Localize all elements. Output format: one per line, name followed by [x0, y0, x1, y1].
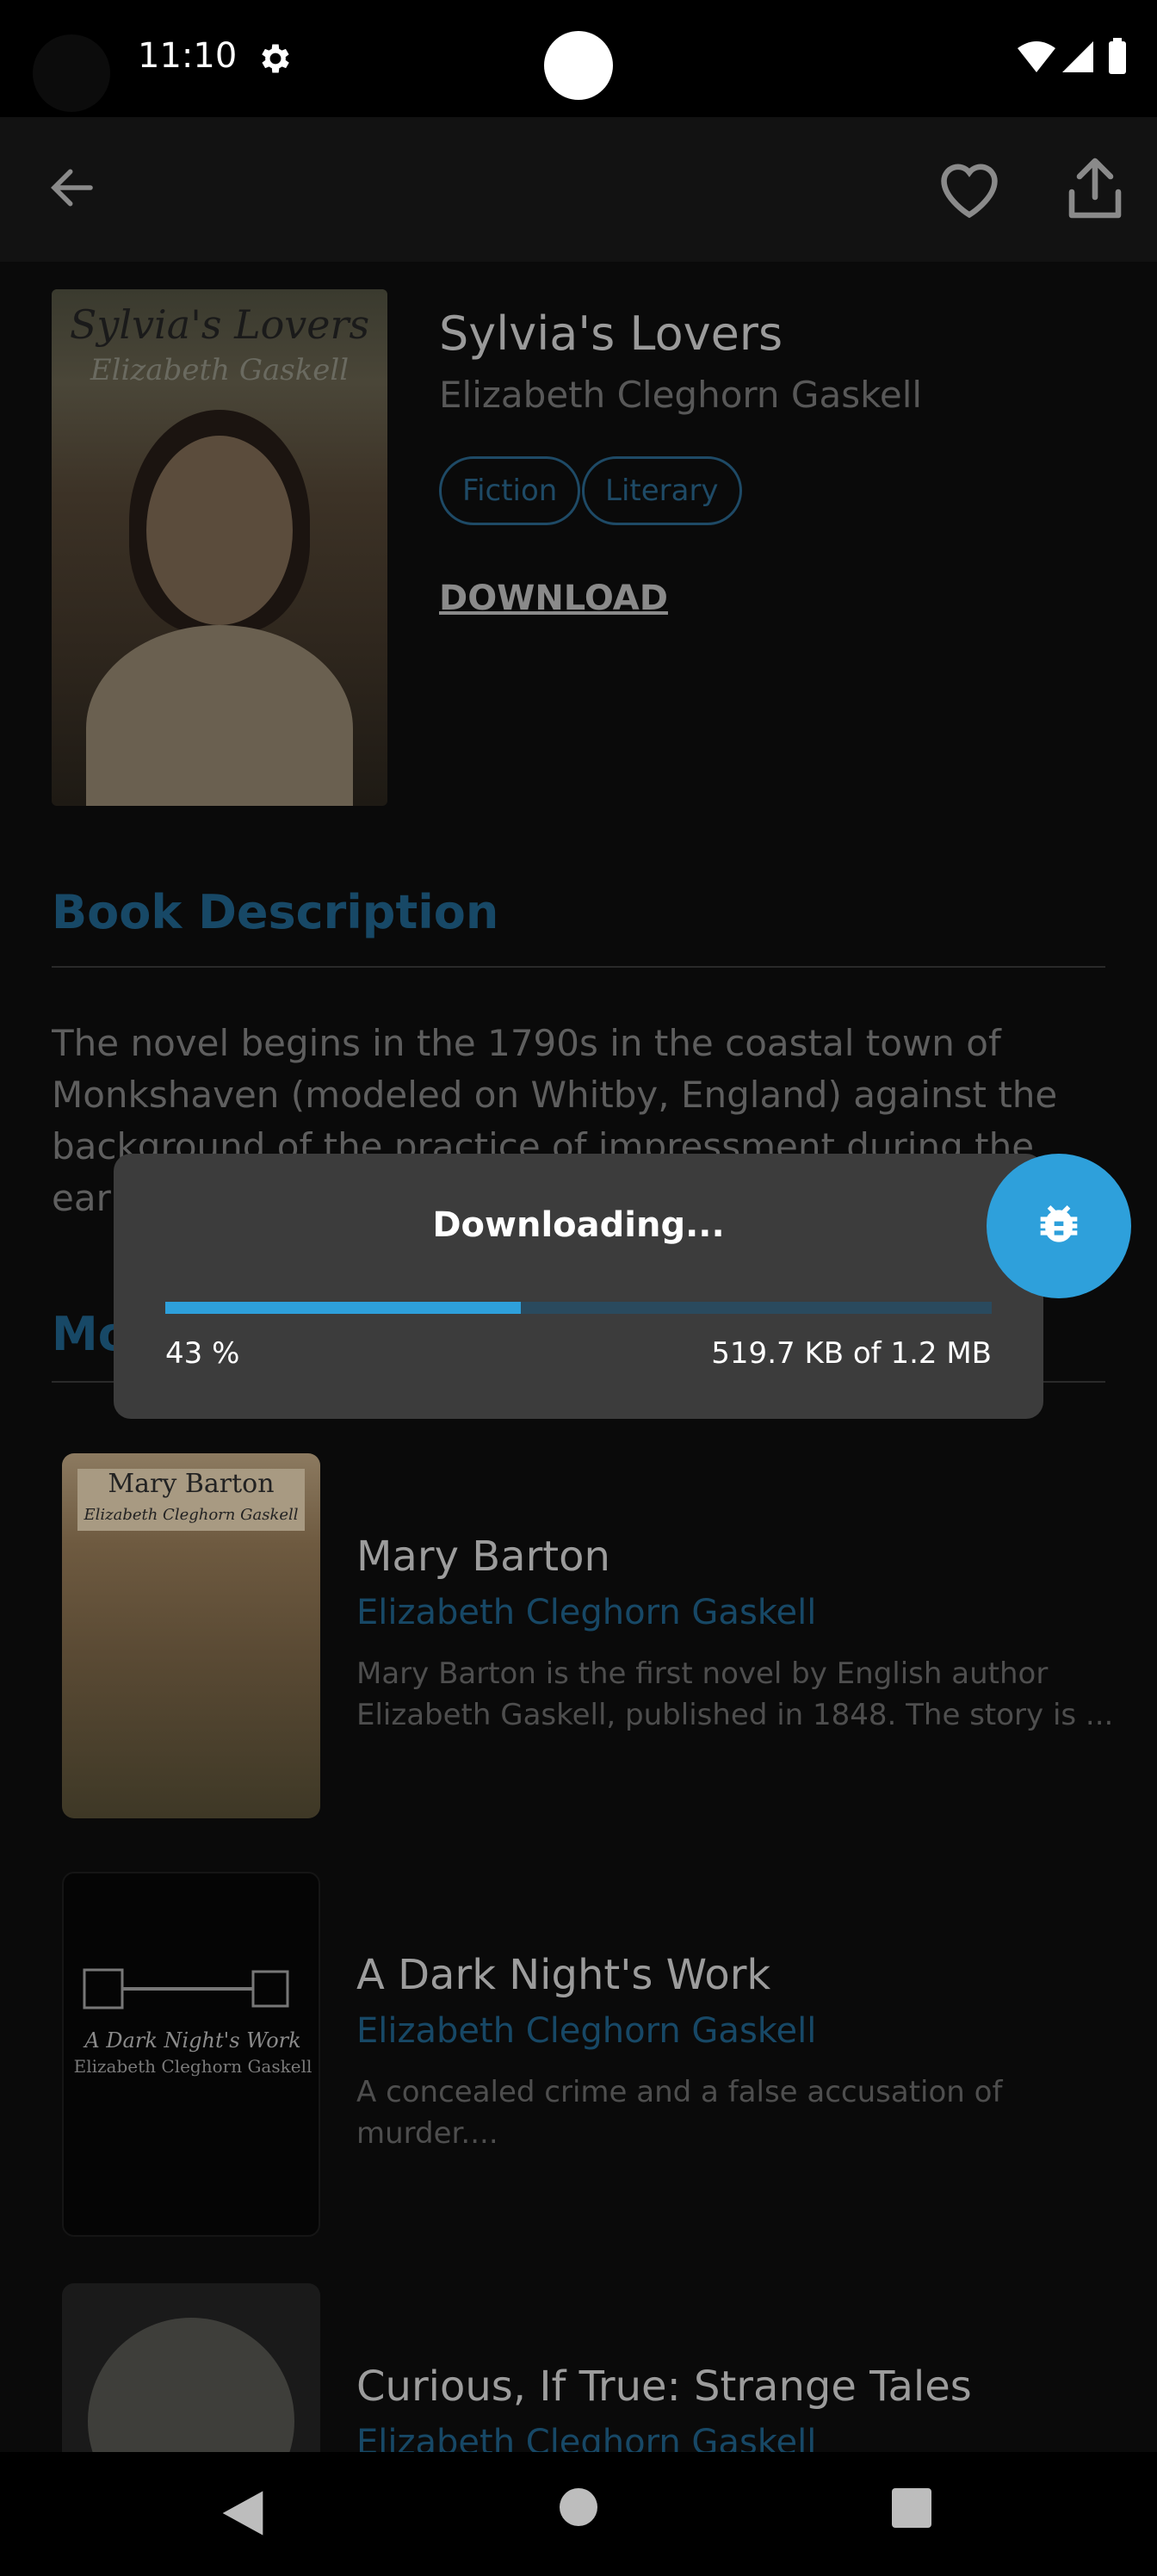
- book-card-cover: [62, 2283, 320, 2452]
- system-status-icons: [1018, 38, 1126, 74]
- book-card-curious-if-true[interactable]: Curious, If True: Strange Tales Elizabet…: [52, 2276, 1105, 2452]
- book-card-mary-barton[interactable]: Mary Barton Elizabeth Cleghorn Gaskell M…: [52, 1446, 1113, 1818]
- cover-author: Elizabeth Cleghorn Gaskell: [73, 2056, 312, 2077]
- progress-bar: [165, 1302, 992, 1314]
- book-cover: Sylvia's Lovers Elizabeth Gaskell: [52, 289, 387, 806]
- signal-icon: [1062, 41, 1093, 72]
- tag-chip-fiction[interactable]: Fiction: [439, 456, 581, 525]
- book-author: Elizabeth Cleghorn Gaskell: [439, 374, 923, 416]
- tag-chip-literary[interactable]: Literary: [582, 456, 742, 525]
- camera-cutout: [33, 34, 110, 112]
- spade-illustration: [83, 1968, 289, 2009]
- book-card-description: A concealed crime and a false accusation…: [356, 2075, 1003, 2151]
- system-nav-bar: [0, 2452, 1157, 2576]
- status-time: 11:10: [138, 36, 238, 76]
- book-card-description: Mary Barton is the first novel by Englis…: [356, 1656, 1114, 1732]
- settings-icon: [262, 44, 289, 73]
- book-card-author: Elizabeth Cleghorn Gaskell: [356, 2423, 817, 2452]
- book-card-author: Elizabeth Cleghorn Gaskell: [356, 1593, 817, 1632]
- bug-icon: [1040, 1205, 1078, 1242]
- nav-recents-icon[interactable]: [892, 2488, 931, 2528]
- description-heading: Book Description: [52, 885, 499, 939]
- progress-size: 519.7 KB of 1.2 MB: [711, 1336, 992, 1371]
- book-card-cover: Mary Barton Elizabeth Cleghorn Gaskell: [62, 1453, 320, 1818]
- debug-fab-button[interactable]: [987, 1154, 1131, 1298]
- book-card-dark-nights-work[interactable]: A Dark Night's Work Elizabeth Cleghorn G…: [52, 1865, 1105, 2237]
- cover-title: Mary Barton: [108, 1469, 275, 1499]
- wifi-icon: [1018, 41, 1055, 72]
- status-bar: 11:10: [0, 0, 1157, 117]
- cover-title: A Dark Night's Work: [84, 2028, 301, 2053]
- download-button[interactable]: DOWNLOAD: [439, 579, 668, 618]
- cover-author: Elizabeth Gaskell: [90, 353, 350, 387]
- nav-back-icon[interactable]: [219, 2486, 267, 2540]
- book-card-title: Mary Barton: [356, 1533, 610, 1581]
- book-card-cover: A Dark Night's Work Elizabeth Cleghorn G…: [62, 1872, 320, 2237]
- cover-title: Sylvia's Lovers: [69, 301, 370, 348]
- dialog-title: Downloading...: [432, 1205, 725, 1245]
- progress-percent: 43 %: [165, 1336, 240, 1371]
- progress-bar-fill: [165, 1302, 521, 1314]
- battery-icon: [1109, 41, 1126, 74]
- book-title: Sylvia's Lovers: [439, 307, 783, 361]
- back-arrow-icon[interactable]: [48, 164, 96, 212]
- download-progress-dialog: Downloading... 43 % 519.7 KB of 1.2 MB: [114, 1154, 1043, 1419]
- nav-home-icon[interactable]: [560, 2488, 597, 2526]
- book-card-title: A Dark Night's Work: [356, 1951, 771, 1999]
- front-camera: [544, 31, 613, 100]
- book-card-title: Curious, If True: Strange Tales: [356, 2362, 972, 2411]
- share-icon[interactable]: [1064, 155, 1126, 224]
- heart-icon[interactable]: [935, 158, 1004, 220]
- cover-author: Elizabeth Cleghorn Gaskell: [84, 1506, 299, 1524]
- divider: [52, 966, 1105, 968]
- book-card-author: Elizabeth Cleghorn Gaskell: [356, 2011, 817, 2051]
